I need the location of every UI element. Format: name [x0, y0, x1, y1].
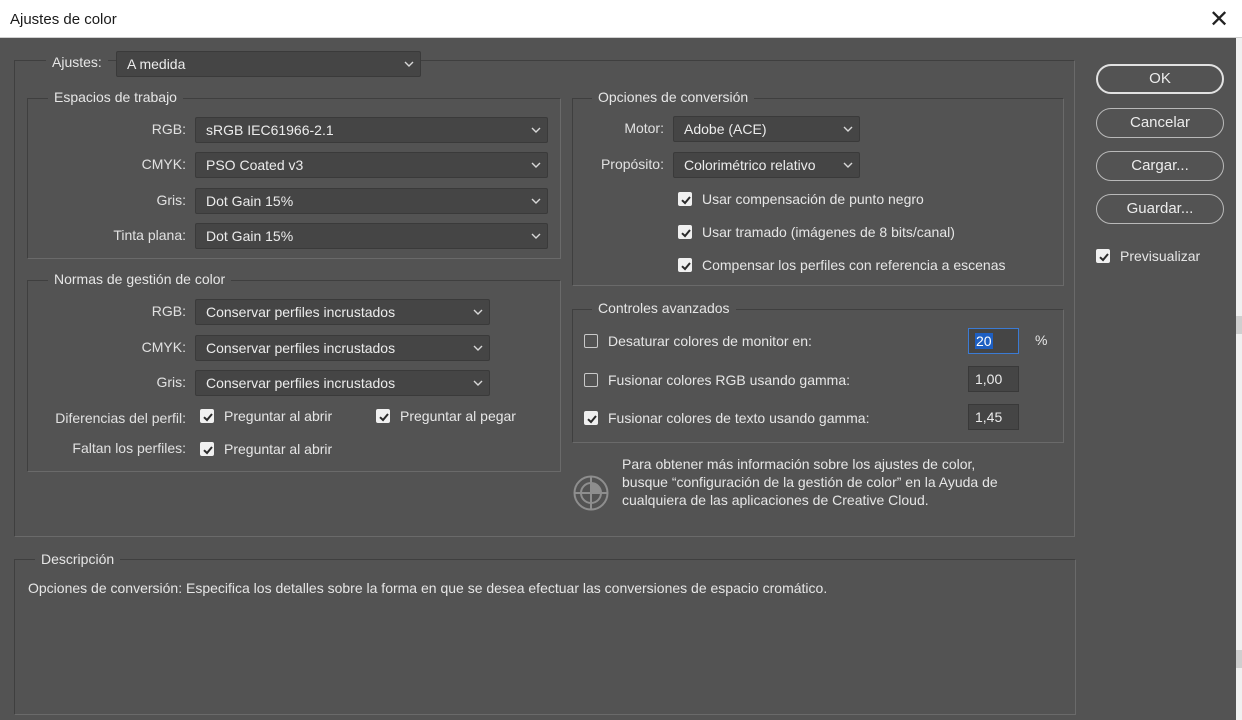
description-text: Opciones de conversión: Especifica los d…: [28, 580, 828, 596]
save-button[interactable]: Guardar...: [1096, 194, 1224, 224]
policy-gray-label: Gris:: [156, 374, 186, 390]
engine-dropdown[interactable]: Adobe (ACE): [673, 116, 860, 142]
dither-checkbox[interactable]: [678, 225, 692, 239]
chevron-down-icon: [531, 125, 541, 135]
close-icon: ✕: [1208, 5, 1230, 33]
mismatch-ask-paste-label: Preguntar al pegar: [400, 408, 516, 424]
settings-dropdown[interactable]: A medida: [116, 51, 421, 77]
settings-label: Ajustes:: [46, 54, 108, 70]
policy-rgb-label: RGB:: [151, 303, 186, 319]
close-button[interactable]: ✕: [1196, 0, 1242, 38]
ws-spot-label: Tinta plana:: [113, 227, 186, 243]
black-point-checkbox[interactable]: [678, 192, 692, 206]
blend-text-input[interactable]: 1,45: [968, 404, 1019, 430]
ws-cmyk-label: CMYK:: [141, 156, 186, 172]
ws-gray-label: Gris:: [156, 192, 186, 208]
settings-value: A medida: [127, 56, 186, 72]
missing-ask-open-checkbox[interactable]: [200, 442, 214, 456]
mismatch-ask-open-checkbox[interactable]: [200, 409, 214, 423]
right-edge-strip: [1236, 38, 1242, 720]
intent-dropdown[interactable]: Colorimétrico relativo: [673, 152, 860, 178]
load-button[interactable]: Cargar...: [1096, 151, 1224, 181]
scene-referred-label: Compensar los perfiles con referencia a …: [702, 257, 1006, 273]
policy-rgb-value: Conservar perfiles incrustados: [206, 304, 396, 320]
intent-label: Propósito:: [600, 156, 664, 172]
policy-rgb-dropdown[interactable]: Conservar perfiles incrustados: [195, 299, 490, 325]
working-spaces-legend: Espacios de trabajo: [48, 89, 183, 105]
blend-rgb-value: 1,00: [975, 371, 1003, 387]
chevron-down-icon: [843, 124, 853, 134]
engine-label: Motor:: [624, 120, 664, 136]
chevron-down-icon: [531, 196, 541, 206]
color-management-icon: [572, 474, 610, 512]
edge-notch: [1236, 650, 1242, 668]
advanced-legend: Controles avanzados: [592, 300, 736, 316]
black-point-label: Usar compensación de punto negro: [702, 191, 924, 207]
chevron-down-icon: [473, 378, 483, 388]
chevron-down-icon: [473, 307, 483, 317]
chevron-down-icon: [531, 160, 541, 170]
cancel-button[interactable]: Cancelar: [1096, 108, 1224, 138]
preview-checkbox[interactable]: [1096, 249, 1110, 263]
engine-value: Adobe (ACE): [684, 121, 767, 137]
policy-cmyk-value: Conservar perfiles incrustados: [206, 340, 396, 356]
edge-notch: [1236, 316, 1242, 334]
title-bar: Ajustes de color ✕: [0, 0, 1242, 38]
chevron-down-icon: [404, 59, 414, 69]
desaturate-value: 20: [975, 333, 993, 349]
ws-rgb-label: RGB:: [151, 121, 186, 137]
ok-button[interactable]: OK: [1096, 64, 1224, 94]
ws-cmyk-value: PSO Coated v3: [206, 157, 304, 173]
ws-spot-dropdown[interactable]: Dot Gain 15%: [195, 223, 548, 249]
missing-profiles-label: Faltan los perfiles:: [72, 440, 186, 456]
chevron-down-icon: [843, 160, 853, 170]
policy-gray-value: Conservar perfiles incrustados: [206, 375, 396, 391]
conversion-legend: Opciones de conversión: [592, 89, 755, 105]
intent-value: Colorimétrico relativo: [684, 157, 816, 173]
ws-cmyk-dropdown[interactable]: PSO Coated v3: [195, 152, 548, 178]
ws-spot-value: Dot Gain 15%: [206, 228, 294, 244]
blend-rgb-label: Fusionar colores RGB usando gamma:: [608, 372, 850, 388]
description-legend: Descripción: [35, 551, 121, 567]
mismatch-ask-open-label: Preguntar al abrir: [224, 408, 333, 424]
ws-rgb-dropdown[interactable]: sRGB IEC61966-2.1: [195, 117, 548, 143]
chevron-down-icon: [531, 231, 541, 241]
blend-rgb-input[interactable]: 1,00: [968, 366, 1019, 392]
preview-label: Previsualizar: [1120, 248, 1201, 264]
policy-cmyk-label: CMYK:: [141, 339, 186, 355]
info-line-1: Para obtener más información sobre los a…: [622, 456, 976, 472]
policy-cmyk-dropdown[interactable]: Conservar perfiles incrustados: [195, 335, 490, 361]
policy-gray-dropdown[interactable]: Conservar perfiles incrustados: [195, 370, 490, 396]
blend-text-label: Fusionar colores de texto usando gamma:: [608, 410, 870, 426]
window-title: Ajustes de color: [10, 11, 117, 28]
chevron-down-icon: [473, 343, 483, 353]
desaturate-checkbox[interactable]: [584, 334, 598, 348]
info-line-2: busque “configuración de la gestión de c…: [622, 474, 998, 490]
missing-ask-open-label: Preguntar al abrir: [224, 441, 333, 457]
blend-text-checkbox[interactable]: [584, 411, 598, 425]
desaturate-label: Desaturar colores de monitor en:: [608, 333, 812, 349]
policies-legend: Normas de gestión de color: [48, 271, 232, 287]
desaturate-unit: %: [1035, 332, 1048, 348]
profile-mismatch-label: Diferencias del perfil:: [55, 410, 186, 426]
ws-gray-value: Dot Gain 15%: [206, 193, 294, 209]
ws-rgb-value: sRGB IEC61966-2.1: [206, 122, 334, 138]
blend-text-value: 1,45: [975, 409, 1003, 425]
ws-gray-dropdown[interactable]: Dot Gain 15%: [195, 188, 548, 214]
scene-referred-checkbox[interactable]: [678, 258, 692, 272]
blend-rgb-checkbox[interactable]: [584, 373, 598, 387]
mismatch-ask-paste-checkbox[interactable]: [376, 409, 390, 423]
info-line-3: cualquiera de las aplicaciones de Creati…: [622, 492, 929, 508]
desaturate-input[interactable]: 20: [968, 328, 1019, 354]
dither-label: Usar tramado (imágenes de 8 bits/canal): [702, 224, 955, 240]
